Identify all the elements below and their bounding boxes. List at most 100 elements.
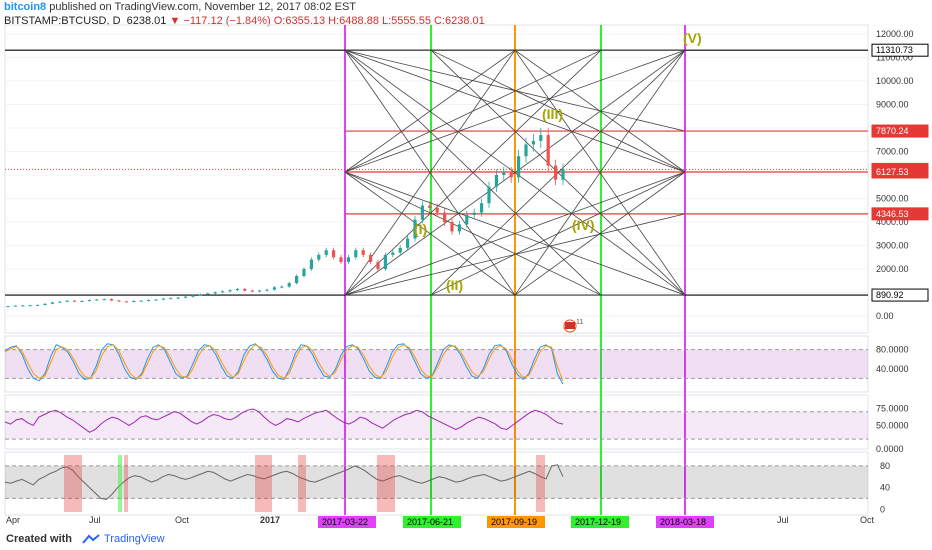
candle-body bbox=[43, 303, 47, 305]
candle-body bbox=[87, 300, 91, 302]
candle-body bbox=[443, 212, 447, 222]
candle-body bbox=[487, 186, 491, 204]
candle-body bbox=[65, 300, 69, 302]
candle-body bbox=[494, 175, 498, 187]
candle-body bbox=[213, 292, 217, 294]
gann-line bbox=[430, 171, 686, 296]
price-tick-label: 10000.00 bbox=[876, 76, 914, 86]
candle-body bbox=[250, 290, 254, 292]
price-tag-label: 11310.73 bbox=[876, 45, 913, 55]
osc-highlight-bar bbox=[255, 455, 272, 512]
date-marker-label: 2018-03-18 bbox=[660, 517, 706, 527]
event-count-label: 11 bbox=[576, 319, 583, 326]
candle-body bbox=[58, 301, 62, 303]
time-tick-label: Apr bbox=[6, 515, 20, 525]
candle-body bbox=[169, 298, 173, 300]
rsi-band bbox=[5, 411, 868, 440]
candle-body bbox=[124, 301, 128, 303]
candle-body bbox=[206, 293, 210, 295]
candle-body bbox=[221, 291, 225, 293]
candle-body bbox=[391, 252, 395, 255]
tradingview-brand[interactable]: TradingView bbox=[104, 533, 165, 545]
candle-body bbox=[13, 305, 17, 307]
osc-axis-label: 0 bbox=[880, 504, 885, 514]
main-pane-frame bbox=[4, 24, 869, 334]
price-tag-label: 4346.53 bbox=[876, 209, 909, 219]
candle-body bbox=[346, 257, 350, 262]
osc-highlight-bar bbox=[64, 455, 82, 512]
candle-body bbox=[339, 257, 343, 262]
candle-body bbox=[28, 305, 32, 307]
flag-stripe-icon bbox=[565, 322, 575, 329]
candle-body bbox=[539, 135, 543, 141]
candle-body bbox=[117, 300, 121, 302]
candle-body bbox=[6, 306, 10, 308]
tradingview-logo-icon bbox=[82, 534, 100, 544]
price-tag-label: 7870.24 bbox=[876, 126, 909, 136]
gann-line bbox=[344, 171, 602, 296]
price-tick-label: 7000.00 bbox=[876, 147, 909, 157]
candle-body bbox=[154, 299, 158, 301]
candle-body bbox=[102, 299, 106, 301]
price-tag-label: 6127.53 bbox=[876, 167, 909, 177]
candle-body bbox=[228, 290, 232, 292]
price-tick-label: 0.00 bbox=[876, 311, 894, 321]
candle-body bbox=[280, 286, 284, 288]
candle-body bbox=[465, 214, 469, 225]
date-marker-label: 2017-03-22 bbox=[322, 517, 368, 527]
osc-band bbox=[5, 465, 868, 499]
candle-body bbox=[561, 169, 565, 180]
rsi-axis-label: 75.0000 bbox=[876, 403, 909, 413]
osc-highlight-bar bbox=[124, 455, 128, 512]
candle-body bbox=[272, 287, 276, 290]
price-tick-label: 12000.00 bbox=[876, 29, 914, 39]
candle-body bbox=[243, 288, 247, 291]
price-tick-label: 2000.00 bbox=[876, 264, 909, 274]
candle-body bbox=[309, 259, 313, 269]
time-tick-label: Jul bbox=[89, 515, 101, 525]
stoch-axis-label: 40.0000 bbox=[876, 364, 909, 374]
wave-label: (III) bbox=[542, 106, 563, 122]
candle-body bbox=[361, 250, 365, 255]
candle-body bbox=[198, 294, 202, 296]
candle-body bbox=[472, 212, 476, 215]
candle-body bbox=[369, 254, 373, 262]
time-tick-label: Oct bbox=[860, 515, 875, 525]
candle-body bbox=[517, 156, 521, 178]
chart-canvas[interactable]: 12000.0011000.0010000.009000.008000.0070… bbox=[0, 0, 932, 550]
candle-body bbox=[287, 283, 291, 287]
candle-body bbox=[21, 305, 25, 307]
candle-body bbox=[420, 205, 424, 220]
candle-body bbox=[184, 296, 188, 298]
osc-highlight-bar bbox=[298, 455, 306, 512]
rsi-axis-label: 50.0000 bbox=[876, 420, 909, 430]
candle-body bbox=[509, 172, 513, 178]
price-tag-label: 890.92 bbox=[876, 290, 904, 300]
wave-label: (V) bbox=[683, 30, 702, 46]
wave-label: (IV) bbox=[572, 217, 595, 233]
candle-body bbox=[161, 298, 165, 300]
candle-body bbox=[176, 297, 180, 299]
osc-highlight-bar bbox=[536, 455, 545, 512]
candle-body bbox=[502, 172, 506, 175]
candle-body bbox=[554, 165, 558, 180]
candle-body bbox=[50, 302, 54, 304]
price-tick-label: 3000.00 bbox=[876, 241, 909, 251]
candle-body bbox=[235, 288, 239, 291]
time-tick-label: Oct bbox=[175, 515, 190, 525]
candle-body bbox=[139, 300, 143, 302]
stoch-axis-label: 80.0000 bbox=[876, 345, 909, 355]
candle-body bbox=[383, 254, 387, 269]
candle-body bbox=[376, 261, 380, 269]
candle-body bbox=[110, 299, 114, 301]
candle-body bbox=[302, 269, 306, 277]
candle-body bbox=[450, 222, 454, 232]
stoch-band bbox=[5, 349, 868, 379]
time-tick-label: Jul bbox=[777, 515, 789, 525]
price-tick-label: 5000.00 bbox=[876, 194, 909, 204]
candle-body bbox=[428, 205, 432, 208]
candle-body bbox=[258, 290, 262, 292]
candle-body bbox=[295, 276, 299, 284]
date-marker-label: 2017-09-19 bbox=[491, 517, 537, 527]
candle-body bbox=[354, 250, 358, 258]
